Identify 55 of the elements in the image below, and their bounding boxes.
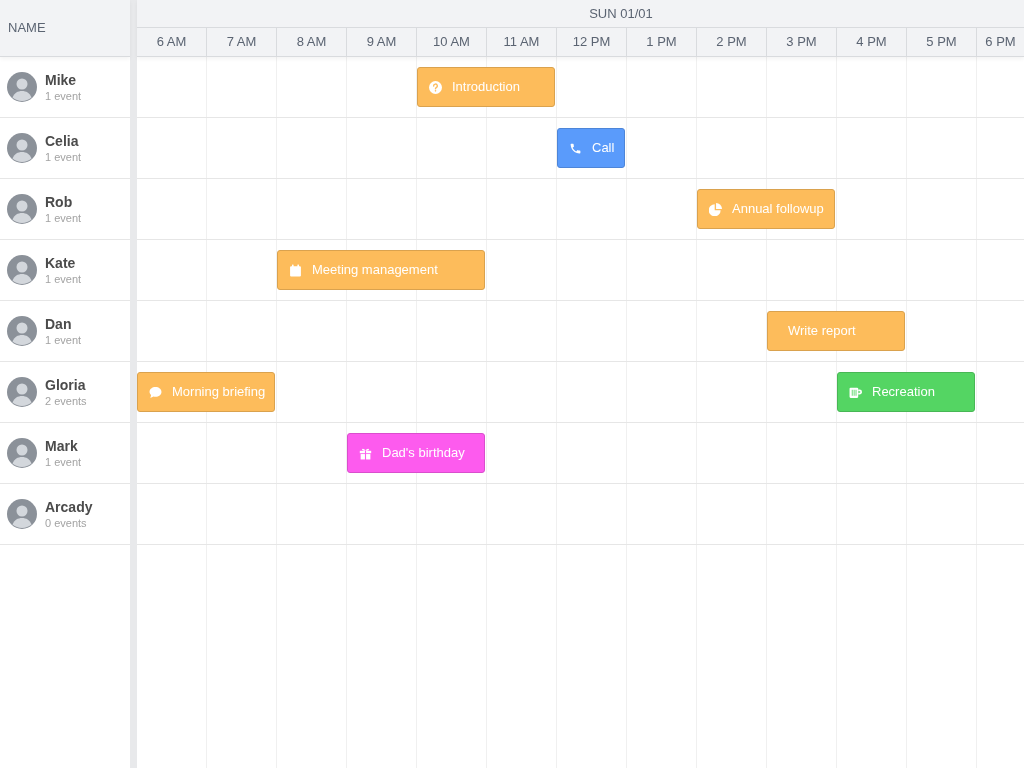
person-name: Mark xyxy=(45,436,79,455)
schedule-event[interactable]: Meeting management xyxy=(277,250,485,290)
person-name: Rob xyxy=(45,192,74,211)
column-header: NAME xyxy=(0,0,130,57)
person-name: Gloria xyxy=(45,375,87,394)
hour-label: 6 AM xyxy=(137,28,207,56)
schedule-event[interactable]: Write report xyxy=(767,311,905,351)
hour-label: 11 AM xyxy=(487,28,557,56)
event-count: 1 event xyxy=(45,454,82,470)
schedule-event[interactable]: Annual followup xyxy=(697,189,835,229)
gift-icon xyxy=(359,446,372,460)
splitter-handle[interactable] xyxy=(130,0,137,768)
event-count: 1 event xyxy=(45,271,82,287)
hour-label: 2 PM xyxy=(697,28,767,56)
avatar-icon xyxy=(7,316,37,346)
schedule-event[interactable]: Call xyxy=(557,128,625,168)
person-name: Celia xyxy=(45,131,80,150)
hour-label: 4 PM xyxy=(837,28,907,56)
phone-icon xyxy=(569,141,582,155)
hour-label: 1 PM xyxy=(627,28,697,56)
hour-label: 8 AM xyxy=(277,28,347,56)
pie-chart-icon xyxy=(709,202,722,216)
person-name: Kate xyxy=(45,253,77,272)
person-name: Dan xyxy=(45,314,73,333)
avatar-icon xyxy=(7,194,37,224)
event-count: 1 event xyxy=(45,149,82,165)
avatar-icon xyxy=(7,438,37,468)
event-count: 1 event xyxy=(45,332,82,348)
schedule-event[interactable]: Recreation xyxy=(837,372,975,412)
event-count: 1 event xyxy=(45,88,82,104)
mug-icon xyxy=(849,385,862,399)
hour-label: 10 AM xyxy=(417,28,487,56)
event-count: 0 events xyxy=(45,515,88,531)
hour-label: 6 PM xyxy=(984,33,1017,52)
speech-bubble-icon xyxy=(149,385,162,399)
hour-label: 7 AM xyxy=(207,28,277,56)
schedule-event[interactable]: Introduction xyxy=(417,67,555,107)
hour-label: 5 PM xyxy=(907,28,977,56)
schedule-event[interactable]: Dad's birthday xyxy=(347,433,485,473)
event-count: 2 events xyxy=(45,393,87,409)
question-icon xyxy=(429,80,442,94)
person-name: Arcady xyxy=(45,497,93,516)
event-count: 1 event xyxy=(45,210,82,226)
hour-label: 9 AM xyxy=(347,28,417,56)
avatar-icon xyxy=(7,377,37,407)
avatar-icon xyxy=(7,133,37,163)
hour-label: 3 PM xyxy=(767,28,837,56)
hour-label: 12 PM xyxy=(557,28,627,56)
avatar-icon xyxy=(7,499,37,529)
schedule-event[interactable]: Morning briefing xyxy=(137,372,275,412)
person-name: Mike xyxy=(45,70,78,89)
date-label: SUN 01/01 xyxy=(589,4,653,23)
avatar-icon xyxy=(7,255,37,285)
calendar-icon xyxy=(289,263,302,277)
avatar-icon xyxy=(7,72,37,102)
